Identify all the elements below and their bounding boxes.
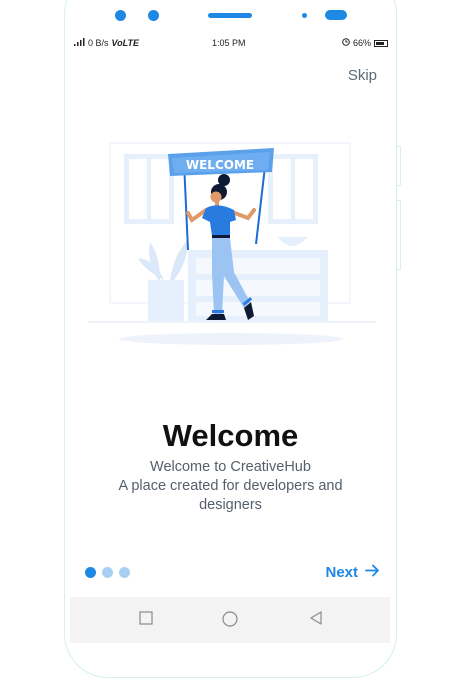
light-sensor bbox=[302, 13, 307, 18]
page-subtitle: Welcome to CreativeHub A place created f… bbox=[64, 458, 397, 515]
signal-icon bbox=[74, 38, 85, 48]
phone-sensors bbox=[0, 10, 464, 22]
battery-level: 66% bbox=[352, 38, 371, 48]
side-button bbox=[397, 146, 401, 186]
status-left: 0 B/s VoLTE bbox=[74, 38, 139, 48]
earpiece-speaker bbox=[208, 13, 252, 18]
notification-led bbox=[325, 10, 347, 20]
battery-icon bbox=[374, 39, 388, 47]
alarm-icon bbox=[342, 38, 350, 48]
status-right: 66% bbox=[342, 38, 388, 48]
welcome-illustration-graphic: WELCOME bbox=[88, 142, 376, 345]
subtitle-line: A place created for developers and bbox=[118, 478, 343, 494]
subtitle-line: Welcome to CreativeHub bbox=[150, 459, 311, 475]
page-dot-2[interactable] bbox=[102, 567, 113, 578]
navigation-bar bbox=[70, 597, 390, 643]
proximity-sensor bbox=[148, 10, 159, 21]
front-camera bbox=[115, 10, 126, 21]
home-icon[interactable] bbox=[222, 611, 238, 632]
status-time: 1:05 PM bbox=[212, 38, 246, 48]
next-label: Next bbox=[325, 564, 358, 581]
page-dot-3[interactable] bbox=[119, 567, 130, 578]
next-button[interactable]: Next bbox=[325, 564, 380, 581]
back-icon[interactable] bbox=[309, 611, 323, 630]
skip-button[interactable]: Skip bbox=[348, 67, 377, 84]
page-dot-1[interactable] bbox=[85, 567, 96, 578]
welcome-illustration: WELCOME bbox=[88, 140, 376, 350]
network-type: VoLTE bbox=[111, 38, 140, 48]
subtitle-line: designers bbox=[199, 497, 262, 513]
status-bar: 0 B/s VoLTE 1:05 PM 66% bbox=[74, 38, 388, 50]
page-title: Welcome bbox=[162, 418, 299, 453]
page-indicator bbox=[85, 567, 130, 578]
banner-text: WELCOME bbox=[186, 158, 254, 172]
network-speed: 0 B/s bbox=[88, 38, 109, 48]
side-button bbox=[397, 200, 401, 270]
arrow-right-icon bbox=[365, 564, 380, 581]
recent-apps-icon[interactable] bbox=[139, 611, 153, 630]
